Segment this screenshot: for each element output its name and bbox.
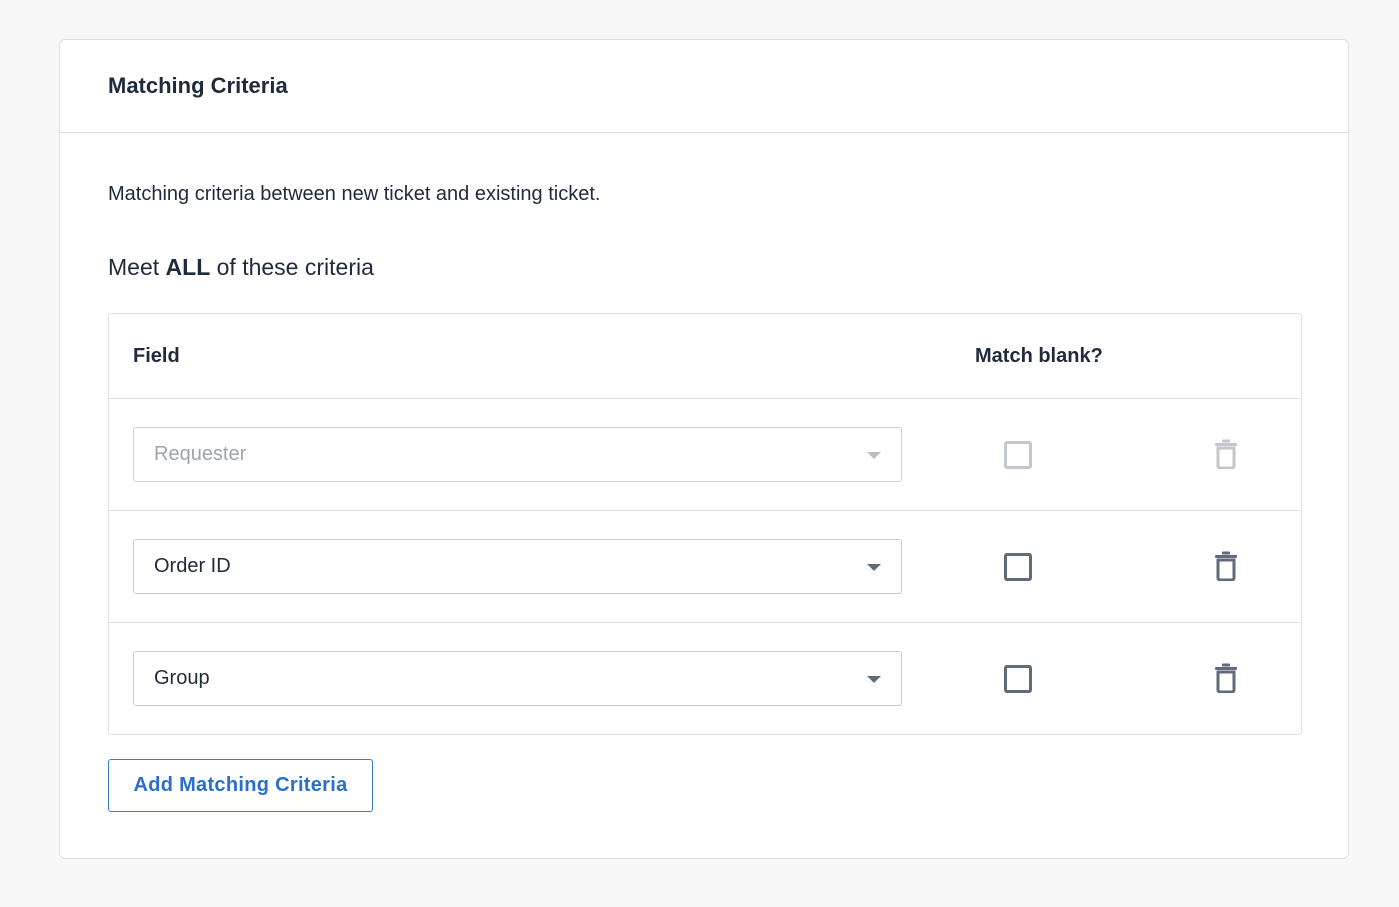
- trash-icon: [1215, 439, 1237, 469]
- field-select-value: Requester: [154, 443, 247, 465]
- meet-prefix: Meet: [108, 254, 160, 280]
- field-select-requester: Requester: [133, 427, 902, 482]
- criteria-row-order-id: Order ID: [109, 511, 1301, 623]
- card-title: Matching Criteria: [108, 73, 288, 98]
- match-blank-checkbox-order-id[interactable]: [1004, 553, 1032, 581]
- description-text: Matching criteria between new ticket and…: [108, 183, 601, 205]
- chevron-down-icon: [867, 676, 881, 683]
- chevron-down-icon: [867, 452, 881, 459]
- trash-icon[interactable]: [1215, 663, 1237, 693]
- meet-criteria-line: Meet ALL of these criteria: [108, 254, 374, 281]
- criteria-table: Field Match blank? Requester Order ID Gr…: [108, 313, 1302, 735]
- add-matching-criteria-button[interactable]: Add Matching Criteria: [108, 759, 373, 812]
- column-header-match-blank: Match blank?: [975, 345, 1103, 367]
- column-header-field: Field: [133, 345, 180, 367]
- card-header: Matching Criteria: [60, 40, 1348, 133]
- criteria-row-group: Group: [109, 623, 1301, 735]
- trash-icon[interactable]: [1215, 551, 1237, 581]
- match-blank-checkbox-group[interactable]: [1004, 665, 1032, 693]
- field-select-value: Group: [154, 667, 210, 689]
- match-blank-checkbox-requester: [1004, 441, 1032, 469]
- field-select-value: Order ID: [154, 555, 231, 577]
- table-header: Field Match blank?: [109, 314, 1301, 399]
- field-select-order-id[interactable]: Order ID: [133, 539, 902, 594]
- chevron-down-icon: [867, 564, 881, 571]
- field-select-group[interactable]: Group: [133, 651, 902, 706]
- meet-emphasis: ALL: [165, 254, 211, 280]
- matching-criteria-card: Matching Criteria Matching criteria betw…: [59, 39, 1349, 859]
- criteria-row-requester: Requester: [109, 399, 1301, 511]
- meet-suffix: of these criteria: [216, 254, 374, 280]
